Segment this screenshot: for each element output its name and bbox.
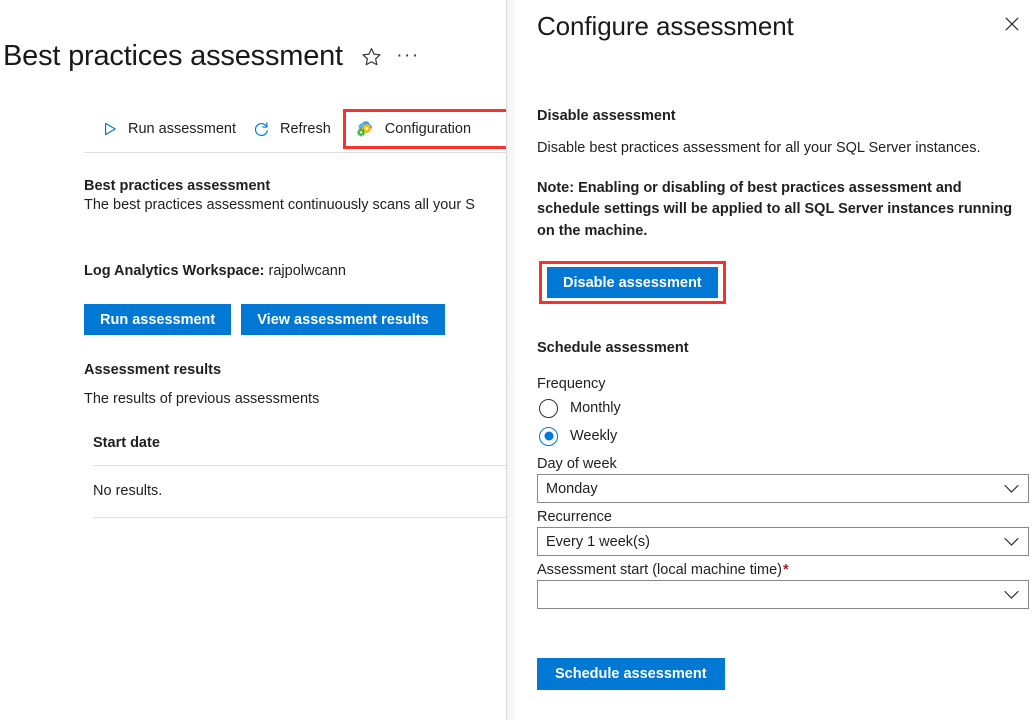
required-indicator: * [783,562,789,578]
day-of-week-label: Day of week [537,456,1033,472]
favorite-star-button[interactable] [357,41,387,71]
configure-assessment-panel: Configure assessment Disable assessment … [518,0,1033,720]
cloud-gear-icon [357,120,376,139]
close-panel-button[interactable] [995,10,1029,44]
radio-monthly-icon [539,399,558,418]
best-practices-section-title: Best practices assessment [84,178,506,194]
assessment-results-title: Assessment results [84,362,506,378]
assessment-start-label: Assessment start (local machine time)* [537,562,1033,578]
log-analytics-workspace-value: rajpolwcann [269,263,346,279]
chevron-down-icon [1004,590,1019,599]
frequency-option-monthly[interactable]: Monthly [537,394,1033,422]
frequency-option-weekly[interactable]: Weekly [537,422,1033,450]
more-options-button[interactable]: ··· [389,41,419,71]
blade-title-row: Best practices assessment ··· [0,34,506,78]
schedule-assessment-button[interactable]: Schedule assessment [537,658,725,690]
disable-assessment-note: Note: Enabling or disabling of best prac… [537,178,1021,242]
disable-assessment-button[interactable]: Disable assessment [547,267,718,298]
assessment-results-table: Start date No results. [93,435,506,518]
panel-shadow [506,0,518,720]
main-blade: Best practices assessment ··· Run assess… [0,0,506,720]
configuration-command[interactable]: Configuration [346,110,482,148]
frequency-option-monthly-label: Monthly [570,400,621,416]
more-options-icon: ··· [396,51,419,61]
blade-content: Best practices assessment The best pract… [84,178,506,518]
panel-divider [506,0,507,720]
disable-assessment-heading: Disable assessment [537,108,1033,124]
refresh-command-label: Refresh [280,121,331,137]
day-of-week-value: Monday [538,481,598,497]
run-assessment-button[interactable]: Run assessment [84,304,231,335]
assessment-results-desc: The results of previous assessments [84,391,506,407]
refresh-command[interactable]: Refresh [244,110,339,148]
recurrence-label: Recurrence [537,509,1033,525]
assessment-start-select[interactable] [537,580,1029,609]
log-analytics-workspace-row: Log Analytics Workspace: rajpolwcann [84,263,506,279]
log-analytics-workspace-label: Log Analytics Workspace: [84,263,265,279]
play-icon [100,120,119,139]
schedule-assessment-heading: Schedule assessment [537,340,1033,356]
day-of-week-select[interactable]: Monday [537,474,1029,503]
panel-title: Configure assessment [537,11,794,42]
favorite-star-icon [361,46,382,67]
configuration-command-label: Configuration [385,121,471,137]
frequency-label: Frequency [537,376,1033,392]
disable-assessment-description: Disable best practices assessment for al… [537,140,1033,156]
chevron-down-icon [1004,537,1019,546]
close-icon [1004,16,1020,37]
command-bar-divider [84,152,506,153]
radio-weekly-icon [539,427,558,446]
disable-assessment-highlight: Disable assessment [547,267,718,298]
run-assessment-command[interactable]: Run assessment [92,110,244,148]
table-row-empty: No results. [93,466,506,518]
recurrence-value: Every 1 week(s) [538,534,650,550]
panel-body: Disable assessment Disable best practice… [537,108,1033,690]
page-title: Best practices assessment [3,40,343,73]
frequency-option-weekly-label: Weekly [570,428,617,444]
assessment-start-label-text: Assessment start (local machine time) [537,562,782,578]
run-assessment-command-label: Run assessment [128,121,236,137]
assessment-actions: Run assessment View assessment results [84,304,506,335]
schedule-actions: Schedule assessment [537,658,1033,690]
command-bar: Run assessment Refresh [0,108,506,150]
refresh-icon [252,120,271,139]
panel-header: Configure assessment [537,4,1033,49]
table-column-header-start-date[interactable]: Start date [93,435,506,466]
recurrence-select[interactable]: Every 1 week(s) [537,527,1029,556]
chevron-down-icon [1004,484,1019,493]
best-practices-section-desc: The best practices assessment continuous… [84,197,506,213]
view-assessment-results-button[interactable]: View assessment results [241,304,444,335]
